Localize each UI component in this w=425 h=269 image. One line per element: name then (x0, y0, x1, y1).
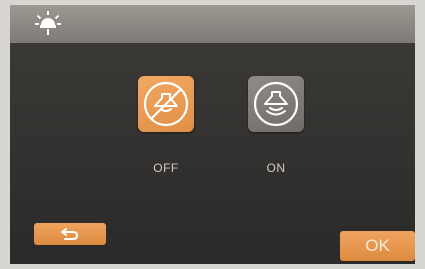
back-button[interactable] (34, 223, 106, 245)
ok-button[interactable]: OK (340, 231, 415, 261)
off-label: OFF (153, 161, 179, 175)
light-off-button[interactable] (138, 76, 194, 132)
on-label: ON (266, 161, 286, 175)
light-on-button[interactable] (248, 76, 304, 132)
device-screen: OFF ON OK (10, 5, 415, 264)
light-sun-icon (34, 11, 62, 37)
title-bar (10, 5, 415, 43)
